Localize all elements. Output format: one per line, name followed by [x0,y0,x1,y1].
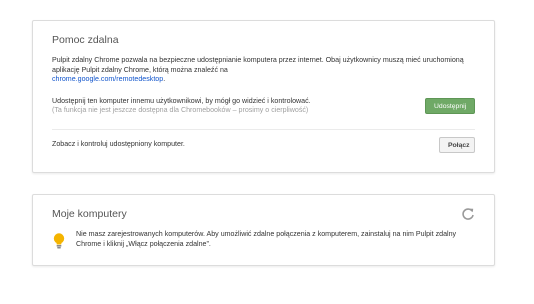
share-row: Udostępnij ten komputer innemu użytkowni… [52,97,475,129]
share-note: (Ta funkcja nie jest jeszcze dostępna dl… [52,106,309,115]
refresh-icon[interactable] [461,207,475,221]
intro-link-suffix: . [163,75,166,84]
no-computers-text: Nie masz zarejestrowanych komputerów. Ab… [76,230,457,248]
remote-assistance-card: Pomoc zdalna Pulpit zdalny Chrome pozwal… [32,20,495,173]
remote-assistance-title: Pomoc zdalna [52,34,119,46]
connect-button[interactable]: Połącz [439,136,475,153]
remotedesktop-link[interactable]: chrome.google.com/remotedesktop [52,75,163,83]
no-computers-message: Nie masz zarejestrowanych komputerów. Ab… [52,230,475,252]
share-text-block: Udostępnij ten komputer innemu użytkowni… [52,97,311,116]
share-description: Udostępnij ten komputer innemu użytkowni… [52,96,311,105]
share-button[interactable]: Udostępnij [425,97,475,114]
my-computers-title: Moje komputery [52,208,127,220]
intro-text: Pulpit zdalny Chrome pozwala na bezpiecz… [52,56,464,74]
lightbulb-icon [52,232,66,250]
intro-paragraph: Pulpit zdalny Chrome pozwala na bezpiecz… [52,56,475,85]
connect-text-block: Zobacz i kontroluj udostępniony komputer… [52,140,185,150]
connect-description: Zobacz i kontroluj udostępniony komputer… [52,139,185,148]
page: Pomoc zdalna Pulpit zdalny Chrome pozwal… [0,0,534,304]
connect-row: Zobacz i kontroluj udostępniony komputer… [52,128,475,161]
my-computers-card: Moje komputery Nie masz zarejestrowanych… [32,194,495,266]
